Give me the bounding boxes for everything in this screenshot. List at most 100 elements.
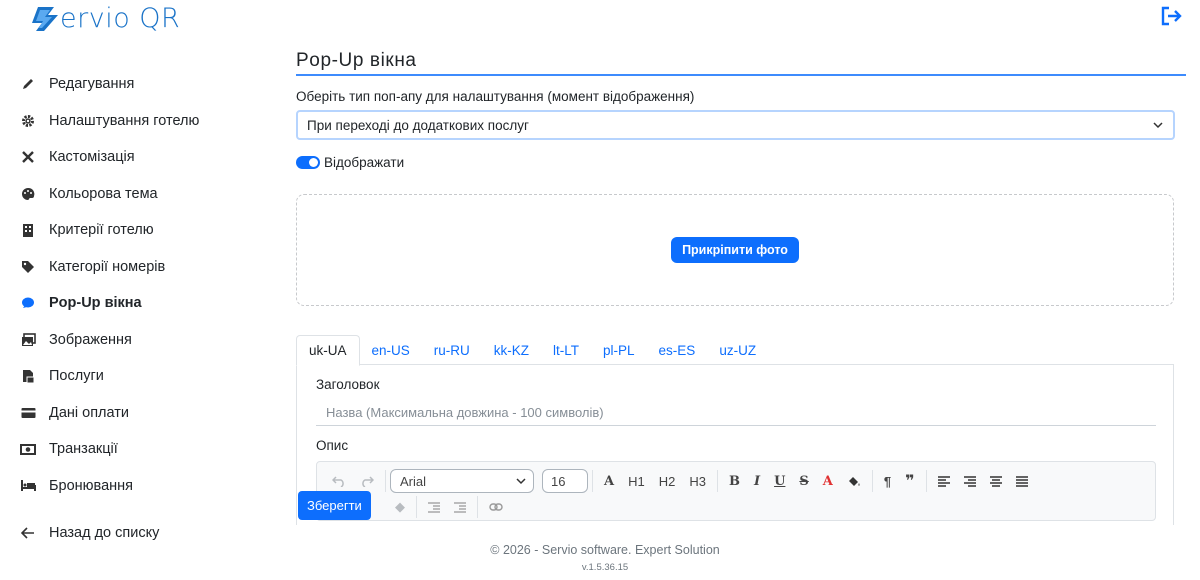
font-color-button[interactable]: A: [823, 474, 833, 489]
sidebar-item-label: Послуги: [49, 368, 104, 385]
gear-icon: [20, 113, 36, 129]
tools-icon: [20, 149, 36, 165]
attach-photo-button[interactable]: Прикріпити фото: [671, 237, 799, 263]
toolbar-divider: [416, 496, 417, 518]
sidebar-item-edit[interactable]: Редагування: [0, 66, 260, 103]
save-button[interactable]: Зберегти: [298, 491, 371, 520]
sidebar-item-color-theme[interactable]: Кольорова тема: [0, 176, 260, 213]
pencil-icon: [20, 76, 36, 92]
h3-button[interactable]: H3: [689, 474, 706, 489]
money-icon: [20, 441, 36, 457]
sidebar-item-label: Критерії готелю: [49, 222, 154, 239]
file-icon: [20, 368, 36, 384]
rich-text-editor[interactable]: Arial 16 A H1 H2 H3 B I U S A ¶ ❞ ◆: [316, 461, 1156, 521]
sidebar-item-payment-data[interactable]: Дані оплати: [0, 395, 260, 432]
sidebar-item-services[interactable]: Послуги: [0, 358, 260, 395]
toolbar-divider: [477, 496, 478, 518]
sidebar-item-bookings[interactable]: Бронювання: [0, 468, 260, 505]
chevron-down-icon: [516, 477, 526, 484]
tab-panel: Заголовок Назва (Максимальна довжина - 1…: [296, 365, 1174, 525]
outdent-icon[interactable]: [428, 501, 440, 513]
undo-icon[interactable]: [332, 475, 346, 487]
popup-type-select[interactable]: При переході до додаткових послуг: [296, 110, 1175, 140]
main-content: Pop-Up вікна Оберіть тип поп-апу для нал…: [296, 50, 1186, 525]
description-label: Опис: [316, 438, 349, 453]
toolbar-divider: [925, 470, 927, 492]
chevron-down-icon: [1153, 122, 1163, 129]
sidebar-item-label: Зображення: [49, 331, 132, 348]
align-center-icon[interactable]: [989, 475, 1002, 487]
sidebar-item-label: Категорії номерів: [49, 258, 166, 275]
bed-icon: [20, 478, 36, 494]
toolbar-divider: [592, 470, 593, 492]
editor-toolbar: Arial 16 A H1 H2 H3 B I U S A ¶ ❞: [325, 469, 1035, 493]
sidebar-item-label: Налаштування готелю: [49, 112, 200, 129]
footer-version: v.1.5.36.15: [581, 562, 629, 573]
images-icon: [20, 332, 36, 348]
bold-button[interactable]: B: [729, 474, 740, 489]
underline-button[interactable]: U: [774, 474, 785, 489]
photo-dropzone[interactable]: Прикріпити фото: [296, 194, 1174, 306]
chat-icon: [20, 295, 36, 311]
h1-button[interactable]: H1: [628, 474, 645, 489]
tab-en-us[interactable]: en-US: [360, 335, 422, 365]
h2-button[interactable]: H2: [659, 474, 676, 489]
paragraph-icon[interactable]: ¶: [884, 474, 891, 489]
logo: ervio QR: [30, 2, 180, 34]
tab-lt-lt[interactable]: lt-LT: [541, 335, 591, 365]
page-title: Pop-Up вікна: [296, 50, 1186, 76]
align-left-icon[interactable]: [937, 475, 950, 487]
paint-bucket-icon[interactable]: [847, 475, 861, 488]
sidebar-item-label: Транзакції: [49, 441, 118, 458]
sidebar-item-label: Кастомізація: [49, 149, 135, 166]
sidebar-item-transactions[interactable]: Транзакції: [0, 431, 260, 468]
font-size-input[interactable]: 16: [542, 469, 588, 493]
logout-icon[interactable]: [1160, 6, 1182, 26]
arrow-left-icon: [20, 525, 36, 541]
sidebar-item-images[interactable]: Зображення: [0, 322, 260, 359]
sidebar-item-label: Редагування: [49, 76, 135, 93]
palette-icon: [20, 186, 36, 202]
toolbar-divider: [871, 470, 873, 492]
tab-uz-uz[interactable]: uz-UZ: [707, 335, 768, 365]
sidebar-item-popup-windows[interactable]: Pop-Up вікна: [0, 285, 260, 322]
heading-input[interactable]: Назва (Максимальна довжина - 100 символі…: [316, 400, 1156, 426]
font-family-value: Arial: [400, 473, 427, 489]
tab-es-es[interactable]: es-ES: [647, 335, 708, 365]
language-tabs: uk-UA en-US ru-RU kk-KZ lt-LT pl-PL es-E…: [296, 335, 1174, 366]
redo-icon[interactable]: [360, 475, 374, 487]
back-to-list-label: Назад до списку: [49, 525, 160, 542]
display-toggle[interactable]: [296, 156, 320, 169]
logo-text: ervio QR: [60, 2, 181, 34]
display-toggle-label: Відображати: [324, 155, 405, 170]
eraser-icon[interactable]: ◆: [395, 499, 405, 515]
tag-icon: [20, 259, 36, 275]
sidebar-item-label: Pop-Up вікна: [49, 295, 142, 312]
sidebar-item-label: Бронювання: [49, 477, 133, 494]
sidebar-item-hotel-criteria[interactable]: Критерії готелю: [0, 212, 260, 249]
popup-type-value: При переході до додаткових послуг: [307, 117, 529, 133]
strikethrough-button[interactable]: S: [799, 474, 808, 489]
italic-button[interactable]: I: [754, 474, 760, 489]
sidebar-item-hotel-settings[interactable]: Налаштування готелю: [0, 103, 260, 140]
font-size-icon[interactable]: A: [604, 474, 614, 489]
building-icon: [20, 222, 36, 238]
font-family-select[interactable]: Arial: [390, 469, 534, 493]
logo-mark-icon: [32, 7, 58, 31]
tab-kk-kz[interactable]: kk-KZ: [482, 335, 541, 365]
tab-ru-ru[interactable]: ru-RU: [422, 335, 482, 365]
sidebar-item-room-categories[interactable]: Категорії номерів: [0, 249, 260, 286]
link-icon[interactable]: [489, 502, 503, 512]
heading-label: Заголовок: [316, 377, 380, 392]
sidebar-item-customization[interactable]: Кастомізація: [0, 139, 260, 176]
tab-uk-ua[interactable]: uk-UA: [296, 335, 360, 366]
align-justify-icon[interactable]: [1015, 475, 1028, 487]
quote-icon[interactable]: ❞: [905, 471, 914, 491]
tab-pl-pl[interactable]: pl-PL: [591, 335, 647, 365]
indent-icon[interactable]: [454, 501, 466, 513]
card-icon: [20, 405, 36, 421]
align-right-icon[interactable]: [963, 475, 976, 487]
popup-type-label: Оберіть тип поп-апу для налаштування (мо…: [296, 89, 695, 104]
toolbar-divider: [385, 470, 386, 492]
sidebar-item-label: Кольорова тема: [49, 185, 158, 202]
